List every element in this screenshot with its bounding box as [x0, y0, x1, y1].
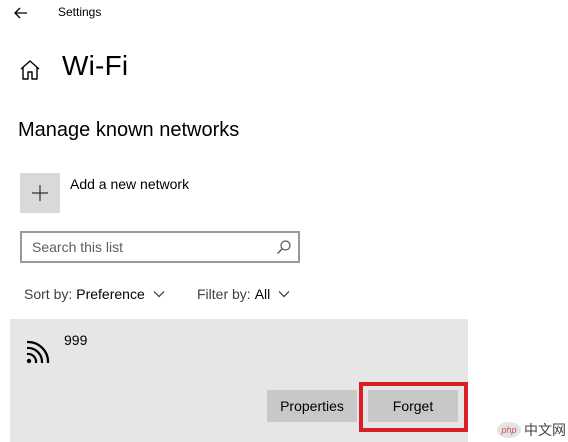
watermark: php 中文网 [497, 420, 566, 440]
network-name: 999 [64, 332, 88, 348]
sort-value: Preference [76, 286, 145, 302]
watermark-text: 中文网 [524, 422, 566, 438]
filter-value: All [254, 286, 271, 302]
chevron-down-icon [278, 291, 290, 298]
chevron-down-icon [153, 291, 165, 298]
home-icon[interactable] [18, 58, 42, 82]
back-button[interactable] [8, 2, 34, 24]
plus-icon [32, 185, 48, 201]
network-list-item[interactable]: 999 Properties Forget [10, 319, 468, 442]
window-title: Settings [58, 5, 102, 19]
forget-button[interactable]: Forget [368, 390, 458, 422]
add-tile [20, 173, 60, 213]
search-input[interactable] [22, 233, 272, 261]
sort-dropdown[interactable]: Sort by: Preference [24, 286, 165, 302]
properties-button[interactable]: Properties [267, 390, 357, 422]
search-box[interactable] [20, 231, 300, 263]
wifi-icon [26, 340, 50, 364]
sort-label: Sort by: [24, 286, 73, 302]
section-title: Manage known networks [18, 119, 240, 141]
search-icon[interactable] [276, 239, 292, 255]
filter-dropdown[interactable]: Filter by: All [197, 286, 290, 302]
add-network-label: Add a new network [70, 176, 190, 192]
back-arrow-icon [14, 7, 27, 19]
page-title: Wi-Fi [62, 50, 129, 81]
add-network-button[interactable]: Add a new network [20, 173, 189, 213]
filter-label: Filter by: [197, 286, 251, 302]
settings-window: Settings Wi-Fi Manage known networks Add… [0, 0, 568, 442]
watermark-logo: php [497, 422, 521, 438]
